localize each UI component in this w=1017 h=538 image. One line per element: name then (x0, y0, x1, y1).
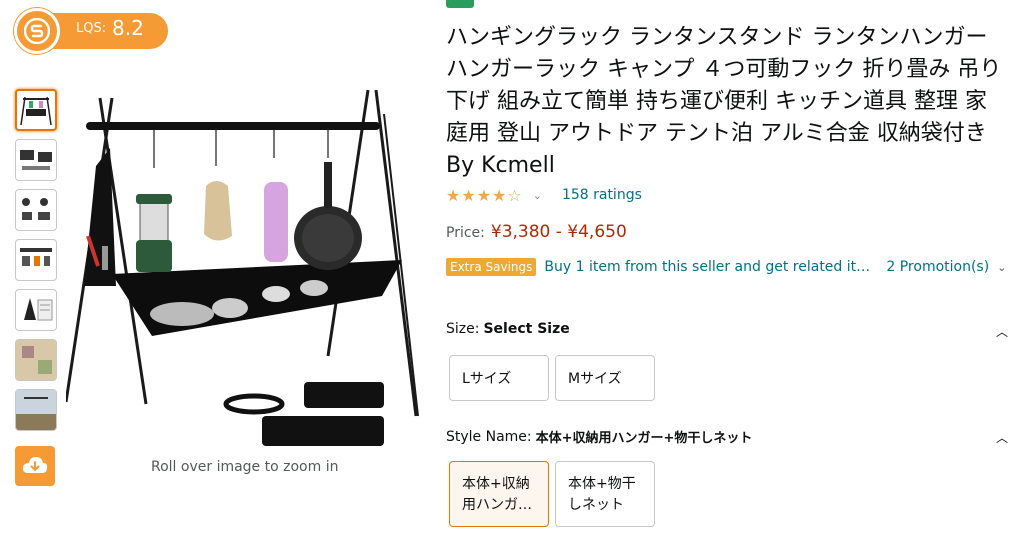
thumbnail-4[interactable] (15, 239, 57, 281)
thumbnail-6[interactable] (15, 339, 57, 381)
lqs-logo-icon (14, 8, 60, 54)
thumbnail-5[interactable] (15, 289, 57, 331)
thumbnail-3[interactable] (15, 189, 57, 231)
style-option-net-line-1: 本体+物干 (568, 476, 636, 492)
thumbnail-7[interactable] (15, 389, 57, 431)
cloud-download-icon[interactable] (15, 446, 55, 486)
star-rating[interactable]: ★★★★☆ (446, 186, 523, 205)
price-value: ¥3,380 - ¥4,650 (490, 222, 627, 242)
extra-savings-badge: Extra Savings (446, 258, 537, 276)
ratings-link[interactable]: 158 ratings (562, 187, 642, 203)
size-option-l[interactable]: Lサイズ (449, 355, 549, 401)
size-label: Size: (446, 321, 480, 337)
caret-up-icon[interactable]: ︿ (996, 429, 1008, 446)
style-label: Style Name: (446, 428, 532, 445)
style-option-hanger[interactable]: 本体+収納 用ハンガ… (449, 461, 549, 527)
caret-up-icon[interactable]: ︿ (996, 323, 1008, 340)
style-value: 本体+収納用ハンガー+物干しネット (535, 431, 753, 446)
size-selector-header[interactable]: Size: Select Size ︿ (446, 321, 1008, 340)
style-option-net-line-2: しネット (568, 497, 624, 513)
promo-row: Extra Savings Buy 1 item from this selle… (446, 258, 1006, 276)
style-option-hanger-line-1: 本体+収納 (462, 476, 530, 492)
price-label: Price: (446, 225, 485, 241)
lqs-badge[interactable]: LQS: 8.2 (14, 8, 168, 54)
style-option-net[interactable]: 本体+物干 しネット (555, 461, 655, 527)
price-row: Price: ¥3,380 - ¥4,650 (446, 222, 627, 242)
lqs-label: LQS: (76, 21, 107, 36)
promotion-count-link[interactable]: 2 Promotion(s) (886, 259, 989, 275)
thumbnail-1[interactable] (15, 89, 57, 131)
promo-chevron-icon[interactable]: ⌄ (997, 261, 1006, 274)
lqs-value: 8.2 (112, 16, 144, 40)
zoom-hint: Roll over image to zoom in (151, 459, 339, 475)
thumbnail-2[interactable] (15, 139, 57, 181)
rating-chevron-icon[interactable]: ⌄ (533, 189, 542, 202)
style-option-hanger-line-2: 用ハンガ… (462, 497, 532, 513)
style-selector-header[interactable]: Style Name: 本体+収納用ハンガー+物干しネット ︿ (446, 427, 1008, 447)
thumbnail-list (15, 89, 57, 439)
main-product-image[interactable] (64, 86, 422, 456)
promo-link[interactable]: Buy 1 item from this seller and get rela… (544, 259, 872, 275)
product-title: ハンギングラック ランタンスタンド ランタンハンガー ハンガーラック キャンプ … (446, 25, 1002, 178)
rating-row: ★★★★☆ ⌄ 158 ratings (446, 184, 642, 206)
size-value: Select Size (483, 321, 570, 337)
store-badge[interactable] (446, 0, 474, 8)
size-option-m[interactable]: Mサイズ (555, 355, 655, 401)
